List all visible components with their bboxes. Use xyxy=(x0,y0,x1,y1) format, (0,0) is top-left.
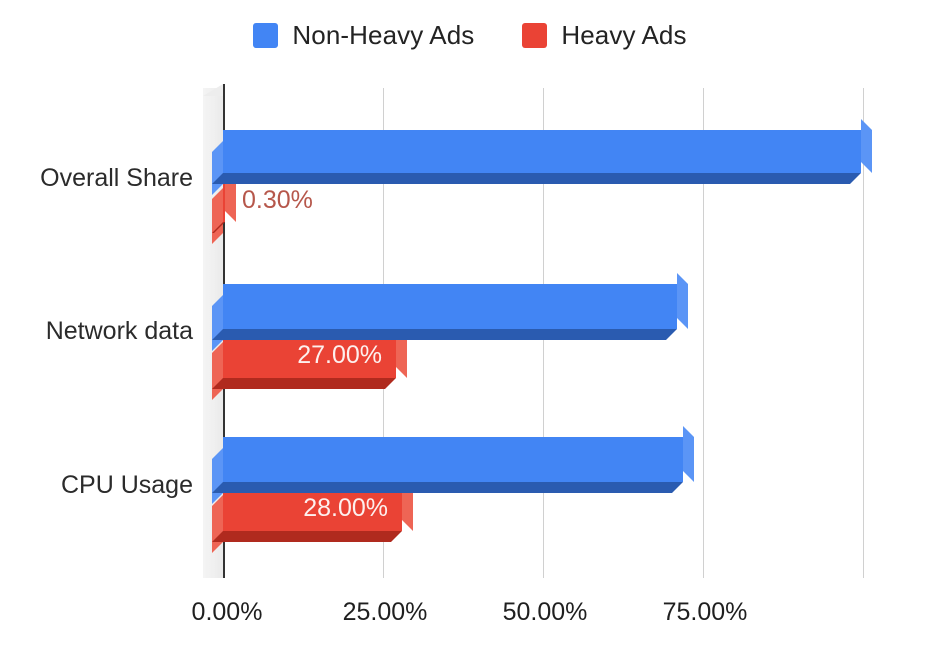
x-tick-25: 25.00% xyxy=(342,598,428,626)
legend-label-heavy-ads: Heavy Ads xyxy=(561,20,687,50)
bar-right-face xyxy=(683,426,694,482)
legend-label-non-heavy-ads: Non-Heavy Ads xyxy=(292,20,475,50)
bar-value-network-data-heavy: 27.00% xyxy=(297,341,382,369)
y-axis-label-overall-share: Overall Share xyxy=(40,164,193,192)
legend-swatch-red-icon xyxy=(522,23,548,48)
y-axis-category-labels: Overall Share Network data CPU Usage xyxy=(0,88,193,578)
bar-value-cpu-usage-heavy: 28.00% xyxy=(303,494,388,522)
bar-bottom-face xyxy=(212,482,683,493)
y-axis-label-cpu-usage: CPU Usage xyxy=(61,471,193,499)
y-axis-label-network-data: Network data xyxy=(45,317,193,345)
bar-bottom-face xyxy=(212,378,396,389)
bar-front-face xyxy=(223,284,677,329)
bar-bottom-face xyxy=(212,531,402,542)
axis-depth-shelf-top xyxy=(203,84,223,96)
bar-cpu-usage-non-heavy[interactable] xyxy=(212,426,694,504)
x-tick-0: 0.00% xyxy=(191,598,263,626)
x-tick-50: 50.00% xyxy=(502,598,588,626)
bar-value-overall-share-heavy: 0.30% xyxy=(242,186,313,214)
legend-swatch-blue-icon xyxy=(253,23,279,48)
bar-chart: Non-Heavy Ads Heavy Ads Overall Share Ne… xyxy=(0,0,940,661)
bar-right-face xyxy=(677,273,688,329)
bar-bottom-face xyxy=(212,329,677,340)
plot-area: 0.30% 27.00% 28.00% xyxy=(203,84,872,578)
x-tick-75: 75.00% xyxy=(662,598,748,626)
bar-overall-share-non-heavy[interactable] xyxy=(212,119,872,195)
bar-network-data-non-heavy[interactable] xyxy=(212,273,688,351)
bar-bottom-face xyxy=(212,173,861,184)
bar-front-face xyxy=(223,130,861,173)
legend-item-non-heavy-ads[interactable]: Non-Heavy Ads xyxy=(253,20,474,51)
legend-item-heavy-ads[interactable]: Heavy Ads xyxy=(522,20,686,51)
bar-front-face xyxy=(223,437,683,482)
chart-legend: Non-Heavy Ads Heavy Ads xyxy=(0,20,940,51)
